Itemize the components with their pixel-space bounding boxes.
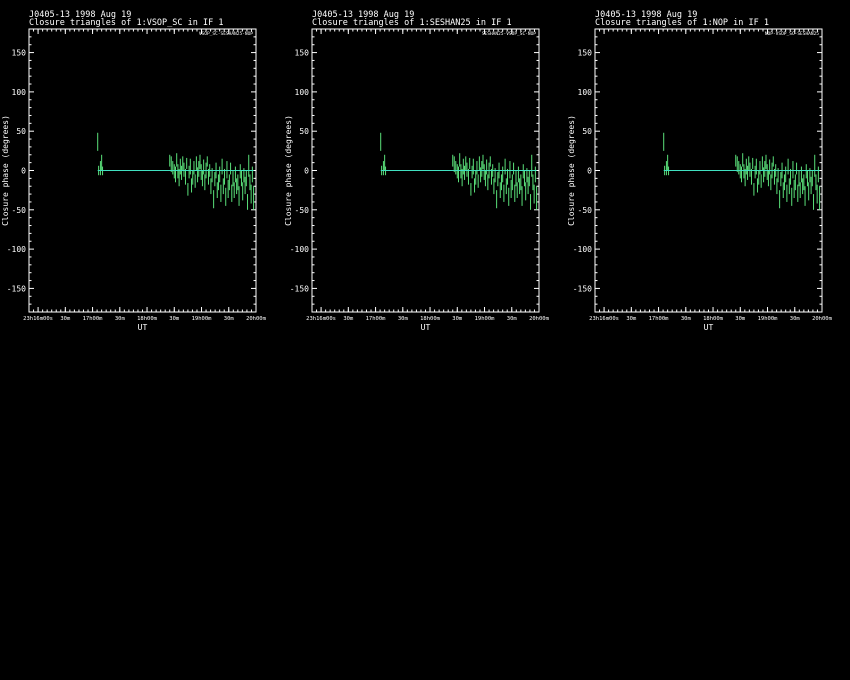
x-tick-label: 20h00m [246,316,267,322]
y-tick-label: -150 [7,284,26,293]
x-tick-label: 30m [735,316,746,322]
y-tick-label: 150 [295,49,310,58]
x-tick-label: 30m [115,316,126,322]
x-axis-label: UT [704,323,714,332]
x-tick-label: 23h16m00s [23,316,53,322]
y-tick-label: 100 [578,88,593,97]
triangle-label: VSOP_SC-SESHAN25-NOP [199,31,253,37]
panel-title: Closure triangles of 1:NOP in IF 1 [595,18,769,28]
x-tick-label: 30m [60,316,71,322]
y-tick-label: 100 [295,88,310,97]
x-tick-label: 19h00m [192,316,213,322]
y-tick-label: -100 [290,245,309,254]
y-tick-label: -50 [12,206,27,215]
x-tick-label: 30m [626,316,637,322]
y-tick-label: 100 [12,88,27,97]
x-tick-label: 18h00m [137,316,158,322]
y-tick-label: 50 [16,127,26,136]
y-tick-label: 0 [587,167,592,176]
y-tick-label: 50 [299,127,309,136]
x-tick-label: 18h00m [420,316,441,322]
x-tick-label: 30m [507,316,518,322]
x-tick-label: 20h00m [812,316,833,322]
y-axis-label: Closure phase (degrees) [284,115,293,226]
closure-phase-panel-1: J0405-13 1998 Aug 19Closure triangles of… [1,10,267,332]
y-tick-label: 150 [12,49,27,58]
panel-title: Closure triangles of 1:VSOP_SC in IF 1 [29,18,223,28]
y-tick-label: 50 [582,127,592,136]
x-tick-label: 19h00m [475,316,496,322]
closure-phase-panel-3: J0405-13 1998 Aug 19Closure triangles of… [567,10,833,332]
x-tick-label: 20h00m [529,316,550,322]
y-tick-label: 150 [578,49,593,58]
x-tick-label: 17h00m [83,316,104,322]
triangle-label: SESHAN25-VSOP_SC-NOP [482,31,536,37]
x-tick-label: 17h00m [366,316,387,322]
x-tick-label: 30m [452,316,463,322]
x-tick-label: 30m [224,316,235,322]
y-tick-label: 0 [21,167,26,176]
x-tick-label: 19h00m [758,316,779,322]
triangle-label: NOP-VSOP_SC-SESHAN25 [765,31,819,37]
closure-phase-panel-2: J0405-13 1998 Aug 19Closure triangles of… [284,10,550,332]
x-tick-label: 23h16m00s [589,316,619,322]
x-tick-label: 17h00m [649,316,670,322]
panel-title: Closure triangles of 1:SESHAN25 in IF 1 [312,18,512,28]
x-tick-label: 23h16m00s [306,316,336,322]
y-tick-label: 0 [304,167,309,176]
x-tick-label: 18h00m [703,316,724,322]
x-tick-label: 30m [398,316,409,322]
x-axis-label: UT [421,323,431,332]
plot-canvas: J0405-13 1998 Aug 19Closure triangles of… [1,10,833,332]
y-tick-label: -50 [295,206,310,215]
x-axis-label: UT [138,323,148,332]
x-tick-label: 30m [343,316,354,322]
x-tick-label: 30m [790,316,801,322]
x-tick-label: 30m [681,316,692,322]
y-tick-label: -150 [290,284,309,293]
y-tick-label: -100 [7,245,26,254]
y-tick-label: -150 [573,284,592,293]
y-axis-label: Closure phase (degrees) [1,115,10,226]
y-tick-label: -100 [573,245,592,254]
x-tick-label: 30m [169,316,180,322]
y-axis-label: Closure phase (degrees) [567,115,576,226]
y-tick-label: -50 [578,206,593,215]
